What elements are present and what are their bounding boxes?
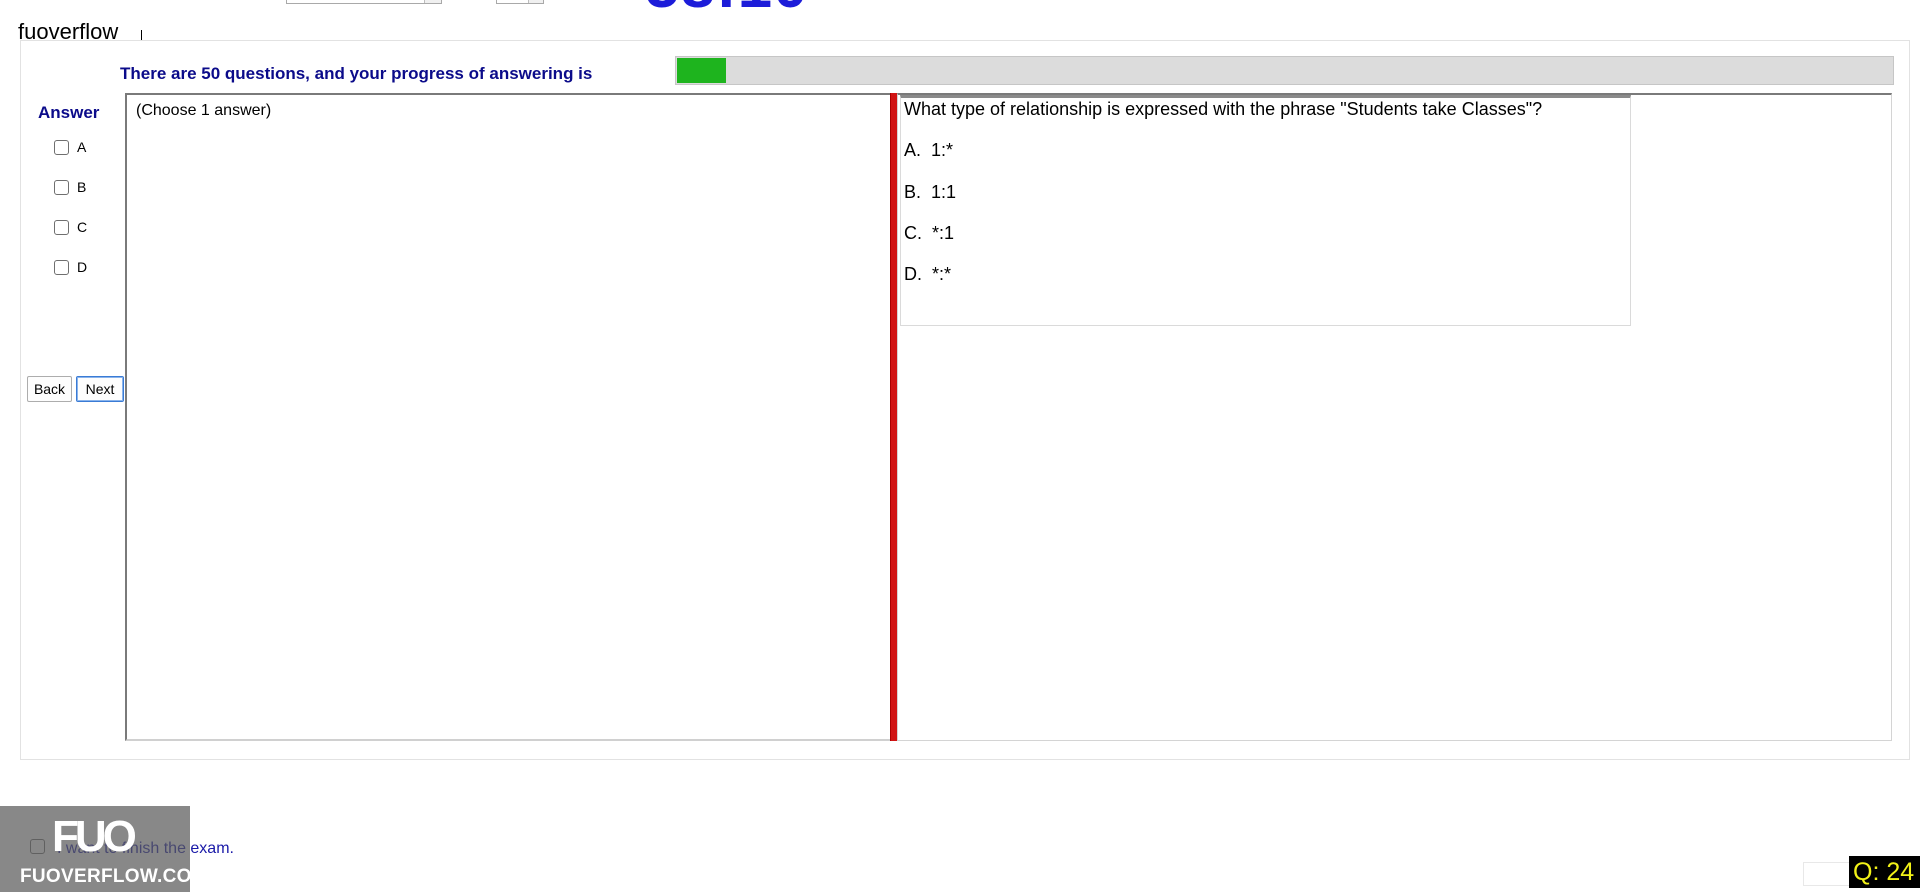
- answer-instruction: (Choose 1 answer): [136, 102, 272, 119]
- checkbox-b[interactable]: [54, 179, 69, 195]
- chevron-down-icon: [424, 0, 441, 3]
- chevron-down-icon: [528, 0, 543, 3]
- checkbox-a[interactable]: [54, 139, 69, 155]
- watermark-text: FUOVERFLOW.COM: [20, 866, 208, 887]
- exam-code-combobox[interactable]: [286, 0, 442, 4]
- finish-button[interactable]: [1803, 862, 1851, 886]
- progress-bar-fill: [677, 58, 726, 83]
- answer-option-a[interactable]: A: [54, 139, 86, 155]
- question-box: [900, 95, 1631, 326]
- question-choice-d: D. *:*: [904, 264, 951, 285]
- back-button[interactable]: Back: [27, 376, 72, 402]
- answer-label: Answer: [38, 103, 100, 122]
- answer-option-label: C: [77, 219, 88, 235]
- choice-text: *:1: [932, 223, 955, 243]
- choice-text: 1:*: [931, 140, 954, 160]
- choice-letter: C.: [904, 223, 922, 243]
- choice-text: *:*: [932, 264, 952, 284]
- answer-option-label: B: [77, 179, 87, 195]
- answer-option-d[interactable]: D: [54, 259, 87, 275]
- question-number-badge: Q: 24: [1849, 856, 1920, 888]
- choice-letter: D.: [904, 264, 922, 284]
- answer-option-c[interactable]: C: [54, 219, 87, 235]
- answer-pane: [125, 93, 891, 741]
- question-choice-c: C. *:1: [904, 223, 954, 244]
- choice-letter: B.: [904, 182, 922, 202]
- next-button[interactable]: Next: [76, 376, 124, 402]
- checkbox-d[interactable]: [54, 259, 69, 275]
- question-choice-a: A. 1:*: [904, 140, 953, 161]
- answer-option-b[interactable]: B: [54, 179, 86, 195]
- answer-option-label: A: [77, 139, 87, 155]
- watermark-logo: FUO: [52, 812, 137, 861]
- question-choice-b: B. 1:1: [904, 182, 956, 203]
- question-text: What type of relationship is expressed w…: [904, 99, 1543, 119]
- font-size-spinner[interactable]: [496, 0, 544, 4]
- countdown-timer: 58:10: [645, 0, 809, 18]
- choice-text: 1:1: [931, 182, 957, 202]
- progress-bar: [675, 56, 1894, 85]
- choice-letter: A.: [904, 140, 922, 160]
- watermark: FUO FUOVERFLOW.COM: [0, 806, 208, 892]
- answer-option-label: D: [77, 259, 88, 275]
- progress-label: There are 50 questions, and your progres…: [120, 64, 593, 83]
- checkbox-c[interactable]: [54, 219, 69, 235]
